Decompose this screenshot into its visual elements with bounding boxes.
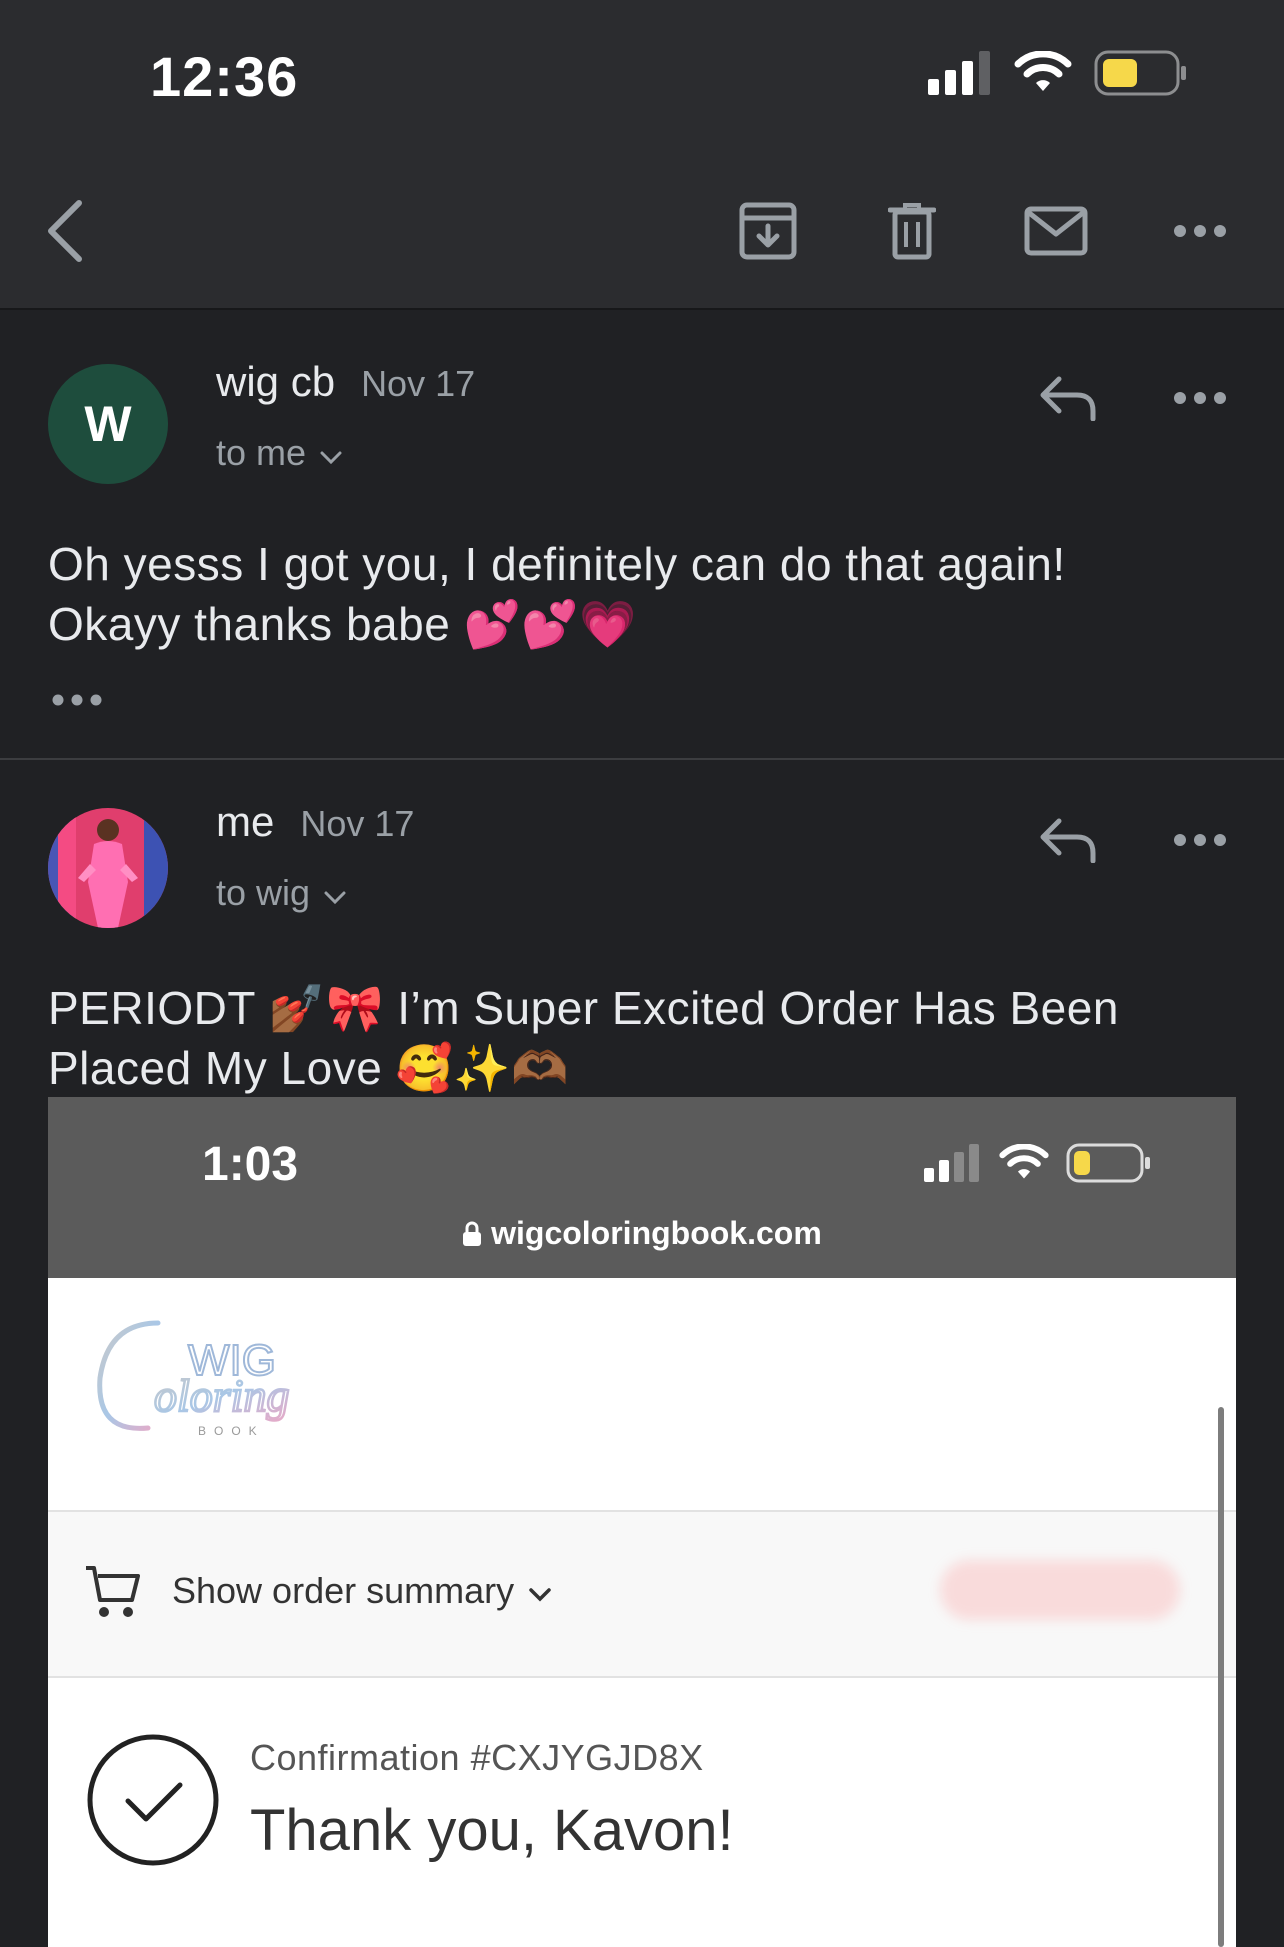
back-button[interactable] — [20, 188, 110, 278]
confirmation-number: Confirmation #CXJYGJD8X — [250, 1737, 704, 1778]
body-line: Oh yesss I got you, I definitely can do … — [48, 538, 1066, 590]
archive-icon — [739, 202, 797, 265]
emoji-nails-bow: 💅🏾🎀 — [268, 981, 384, 1035]
sender-line: me Nov 17 — [216, 798, 414, 846]
signal-icon — [924, 1144, 982, 1187]
recipient-label: to wig — [216, 872, 311, 913]
message-more-button[interactable] — [1160, 802, 1240, 882]
scrollbar[interactable] — [1218, 1407, 1224, 1947]
sender-name: me — [216, 798, 275, 845]
reply-button[interactable] — [1028, 360, 1108, 440]
battery-icon — [1094, 50, 1188, 101]
message-body: PERIODT 💅🏾🎀 I’m Super Excited Order Has … — [48, 978, 1228, 1098]
divider — [48, 1676, 1236, 1678]
battery-icon — [1066, 1143, 1152, 1188]
sender-name: wig cb — [216, 358, 336, 405]
message-date: Nov 17 — [361, 363, 476, 404]
signal-icon — [928, 51, 992, 100]
body-line: Placed My Love 🥰✨🫶🏾 — [48, 1041, 569, 1095]
order-total-redacted — [940, 1560, 1180, 1620]
avatar[interactable]: W — [48, 364, 168, 484]
status-bar: 12:36 — [0, 0, 1284, 160]
order-summary-label-row: Show order summary — [172, 1570, 552, 1612]
avatar-letter: W — [84, 396, 132, 452]
inline-image-attachment[interactable]: 1:03 wigcoloringbook.com WIG oloring BOO… — [48, 1097, 1236, 1947]
message-more-button[interactable] — [1160, 360, 1240, 440]
mark-unread-button[interactable] — [1011, 188, 1101, 278]
check-circle-icon — [86, 1733, 220, 1867]
wig-coloring-book-logo: WIG oloring BOOK — [88, 1303, 348, 1453]
embedded-url: wigcoloringbook.com — [491, 1215, 822, 1251]
svg-text:BOOK: BOOK — [198, 1424, 265, 1438]
delete-button[interactable] — [867, 188, 957, 278]
show-trimmed-content-button[interactable] — [52, 690, 106, 710]
wifi-icon — [998, 1143, 1050, 1187]
back-icon — [43, 199, 87, 268]
more-options-button[interactable] — [1155, 188, 1245, 278]
body-line: PERIODT 💅🏾🎀 I’m Super Excited Order Has … — [48, 981, 1119, 1035]
lock-icon — [462, 1215, 491, 1251]
status-time: 12:36 — [150, 45, 299, 108]
chevron-down-icon — [324, 872, 346, 914]
thank-you-heading: Thank you, Kavon! — [250, 1798, 734, 1863]
avatar[interactable] — [48, 808, 168, 928]
more-horizontal-icon — [1173, 224, 1227, 243]
email-toolbar — [0, 160, 1284, 310]
more-horizontal-icon — [1173, 391, 1227, 410]
archive-button[interactable] — [723, 188, 813, 278]
body-line: Okayy thanks babe 💕💕💗 — [48, 597, 637, 651]
recipient-label: to me — [216, 432, 307, 473]
wifi-icon — [1014, 50, 1072, 100]
sender-line: wig cb Nov 17 — [216, 358, 475, 406]
reply-icon — [1039, 817, 1097, 868]
chevron-down-icon — [320, 432, 342, 474]
embedded-status-icons — [924, 1143, 1152, 1188]
message-wig-cb: W wig cb Nov 17 to me Oh yesss I got you… — [0, 318, 1284, 760]
chevron-down-icon — [528, 1570, 552, 1612]
recipient-toggle[interactable]: to me — [216, 432, 342, 474]
order-summary-toggle[interactable]: Show order summary — [48, 1512, 1236, 1676]
order-summary-label: Show order summary — [172, 1570, 515, 1611]
status-icons — [928, 50, 1188, 101]
emoji-hearts: 💕💕💗 — [463, 597, 637, 651]
message-date: Nov 17 — [300, 803, 415, 844]
embedded-status-time: 1:03 — [202, 1138, 299, 1191]
more-horizontal-icon — [1173, 833, 1227, 852]
more-horizontal-icon — [52, 694, 106, 714]
reply-icon — [1039, 375, 1097, 426]
cart-icon — [84, 1564, 142, 1625]
svg-text:oloring: oloring — [154, 1370, 289, 1421]
trash-icon — [887, 202, 937, 265]
embedded-browser-header: 1:03 wigcoloringbook.com — [48, 1097, 1236, 1278]
reply-button[interactable] — [1028, 802, 1108, 882]
mail-icon — [1024, 206, 1088, 261]
embedded-url-bar: wigcoloringbook.com — [48, 1215, 1236, 1252]
recipient-toggle[interactable]: to wig — [216, 872, 346, 914]
message-body: Oh yesss I got you, I definitely can do … — [48, 534, 1228, 654]
emoji-smile-sparkles: 🥰✨🫶🏾 — [395, 1041, 569, 1095]
